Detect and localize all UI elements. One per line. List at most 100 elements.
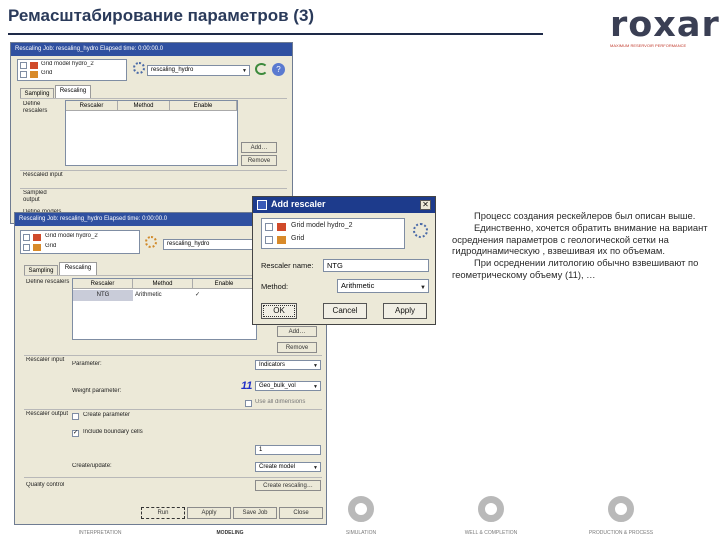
nav-modeling[interactable]: MODELING bbox=[185, 530, 275, 536]
back-job-name: rescaling_hydro bbox=[151, 67, 194, 73]
weight-param-combo[interactable]: Geo_bulk_vol ▼ bbox=[255, 381, 321, 391]
include-value-field[interactable]: 1 bbox=[255, 445, 321, 455]
parameter-combo[interactable]: Indicators ▼ bbox=[255, 360, 321, 370]
run-button[interactable]: Run bbox=[141, 507, 185, 519]
back-add-button[interactable]: Add… bbox=[241, 142, 277, 153]
dialog-title: Add rescaler bbox=[271, 199, 326, 209]
grid-model-icon bbox=[30, 62, 38, 69]
back-section-output: Sampled output bbox=[23, 190, 47, 203]
back-section-input: Rescaled input bbox=[23, 172, 63, 178]
close-button[interactable]: Close bbox=[279, 507, 323, 519]
method-select[interactable]: Arithmetic ▼ bbox=[337, 279, 429, 293]
apply-button[interactable]: Apply bbox=[187, 507, 231, 519]
grid-model-icon bbox=[33, 234, 41, 241]
nav-simulation[interactable]: SIMULATION bbox=[316, 530, 406, 536]
back-window-titlebar[interactable]: Rescaling Job: rescaling_hydro Elapsed t… bbox=[11, 43, 292, 56]
back-tab-rescaling[interactable]: Rescaling bbox=[55, 85, 91, 98]
dialog-grid-item-1[interactable]: Grid model hydro_2 bbox=[291, 222, 352, 229]
section-divider bbox=[24, 409, 322, 410]
back-col-method[interactable]: Method bbox=[118, 101, 170, 111]
simulation-ring-icon bbox=[348, 496, 374, 522]
nav-well-completion[interactable]: WELL & COMPLETION bbox=[446, 530, 536, 536]
back-grid-checkbox-1[interactable] bbox=[20, 62, 27, 69]
back-col-enable[interactable]: Enable bbox=[170, 101, 237, 111]
description-paragraph-1: Процесс создания рескейлеров был описан … bbox=[474, 210, 696, 221]
back-col-rescaler[interactable]: Rescaler bbox=[66, 101, 118, 111]
front-section-output: Rescaler output bbox=[26, 411, 69, 417]
include-boundary-checkbox[interactable]: ✓ bbox=[72, 430, 79, 437]
dialog-cancel-button[interactable]: Cancel bbox=[323, 303, 367, 319]
annotation-11: 11 bbox=[241, 380, 253, 392]
front-col-rescaler[interactable]: Rescaler bbox=[73, 279, 133, 289]
gear-icon[interactable] bbox=[133, 62, 145, 74]
front-tab-rescaling[interactable]: Rescaling bbox=[59, 262, 97, 275]
back-grid-checkbox-2[interactable] bbox=[20, 71, 27, 78]
weight-param-label: Weight parameter: bbox=[72, 388, 122, 394]
create-poro-checkbox[interactable] bbox=[72, 413, 79, 420]
front-section-define: Define rescalers bbox=[26, 279, 70, 285]
front-grid-checkbox-2[interactable] bbox=[23, 244, 30, 251]
create-update-label: Create/update: bbox=[72, 463, 112, 469]
front-grid-checkbox-1[interactable] bbox=[23, 234, 30, 241]
create-update-value: Create model bbox=[259, 464, 296, 470]
front-col-method[interactable]: Method bbox=[133, 279, 193, 289]
nav-production-process[interactable]: PRODUCTION & PROCESS bbox=[576, 530, 666, 536]
create-update-combo[interactable]: Create model ▼ bbox=[255, 462, 321, 472]
front-add-button[interactable]: Add… bbox=[277, 326, 317, 337]
front-grid-item-1[interactable]: Grid model hydro_2 bbox=[45, 233, 137, 239]
help-icon[interactable]: ? bbox=[272, 63, 285, 76]
create-poro-label: Create parameter bbox=[83, 412, 131, 418]
grid-icon bbox=[30, 71, 38, 78]
dialog-grid-checkbox-2[interactable] bbox=[265, 236, 273, 244]
front-job-name: rescaling_hydro bbox=[167, 241, 210, 247]
front-grid-item-2[interactable]: Grid bbox=[45, 243, 125, 249]
back-tab-sampling[interactable]: Sampling bbox=[20, 88, 54, 98]
title-underline bbox=[8, 33, 543, 35]
dialog-ok-button[interactable]: OK bbox=[261, 303, 297, 319]
nav-interpretation[interactable]: INTERPRETATION bbox=[55, 530, 145, 536]
close-icon[interactable]: ✕ bbox=[420, 200, 431, 210]
gear-icon[interactable] bbox=[413, 223, 428, 238]
table-row-method[interactable]: Arithmetic bbox=[135, 290, 193, 301]
method-label: Method: bbox=[261, 282, 289, 291]
back-grid-item-2[interactable]: Grid bbox=[41, 70, 121, 76]
tab-divider bbox=[20, 98, 287, 99]
chevron-down-icon: ▼ bbox=[242, 68, 247, 74]
description-paragraph-2: Единственно, хочется обратить внимание н… bbox=[452, 221, 708, 257]
chevron-down-icon: ▼ bbox=[420, 285, 426, 291]
refresh-icon[interactable] bbox=[255, 63, 268, 75]
grid-icon bbox=[33, 244, 41, 251]
chevron-down-icon: ▼ bbox=[313, 384, 318, 390]
section-divider bbox=[24, 477, 322, 478]
description-paragraph-3: При осреднении литологию обычно взвешива… bbox=[452, 257, 699, 280]
rescaler-name-input[interactable]: NTG bbox=[323, 259, 429, 272]
chevron-down-icon: ▼ bbox=[313, 465, 318, 471]
logo-tagline: MAXIMUM RESERVOIR PERFORMANCE bbox=[610, 43, 687, 48]
section-divider bbox=[20, 170, 287, 171]
rescaler-name-value: NTG bbox=[327, 261, 343, 270]
dialog-apply-button[interactable]: Apply bbox=[383, 303, 427, 319]
description-text: Процесс создания рескейлеров был описан … bbox=[452, 210, 714, 281]
save-job-button[interactable]: Save Job bbox=[233, 507, 277, 519]
rescaler-app-icon bbox=[257, 200, 267, 210]
include-value: 1 bbox=[259, 447, 263, 453]
front-col-enable[interactable]: Enable bbox=[193, 279, 256, 289]
weight-param-value: Geo_bulk_vol bbox=[259, 383, 296, 389]
dialog-grid-checkbox-1[interactable] bbox=[265, 223, 273, 231]
back-remove-button[interactable]: Remove bbox=[241, 155, 277, 166]
quality-button[interactable]: Create rescaling… bbox=[255, 480, 321, 491]
table-row-enable[interactable]: ✓ bbox=[195, 290, 205, 301]
use-all-checkbox[interactable] bbox=[245, 400, 252, 407]
front-remove-button[interactable]: Remove bbox=[277, 342, 317, 353]
back-job-combo[interactable]: rescaling_hydro ▼ bbox=[147, 65, 250, 76]
rescaler-name-label: Rescaler name: bbox=[261, 261, 314, 270]
table-row-rescaler[interactable]: NTG bbox=[73, 290, 133, 301]
use-all-label: Use all dimensions bbox=[255, 399, 306, 405]
front-tab-sampling[interactable]: Sampling bbox=[24, 265, 58, 275]
well-completion-ring-icon bbox=[478, 496, 504, 522]
dialog-grid-item-2[interactable]: Grid bbox=[291, 235, 304, 242]
back-section-define: Define rescalers bbox=[23, 101, 48, 114]
gear-icon[interactable] bbox=[145, 236, 157, 248]
back-grid-item-1[interactable]: Grid model hydro_2 bbox=[41, 61, 123, 67]
front-job-combo[interactable]: rescaling_hydro bbox=[163, 239, 257, 250]
